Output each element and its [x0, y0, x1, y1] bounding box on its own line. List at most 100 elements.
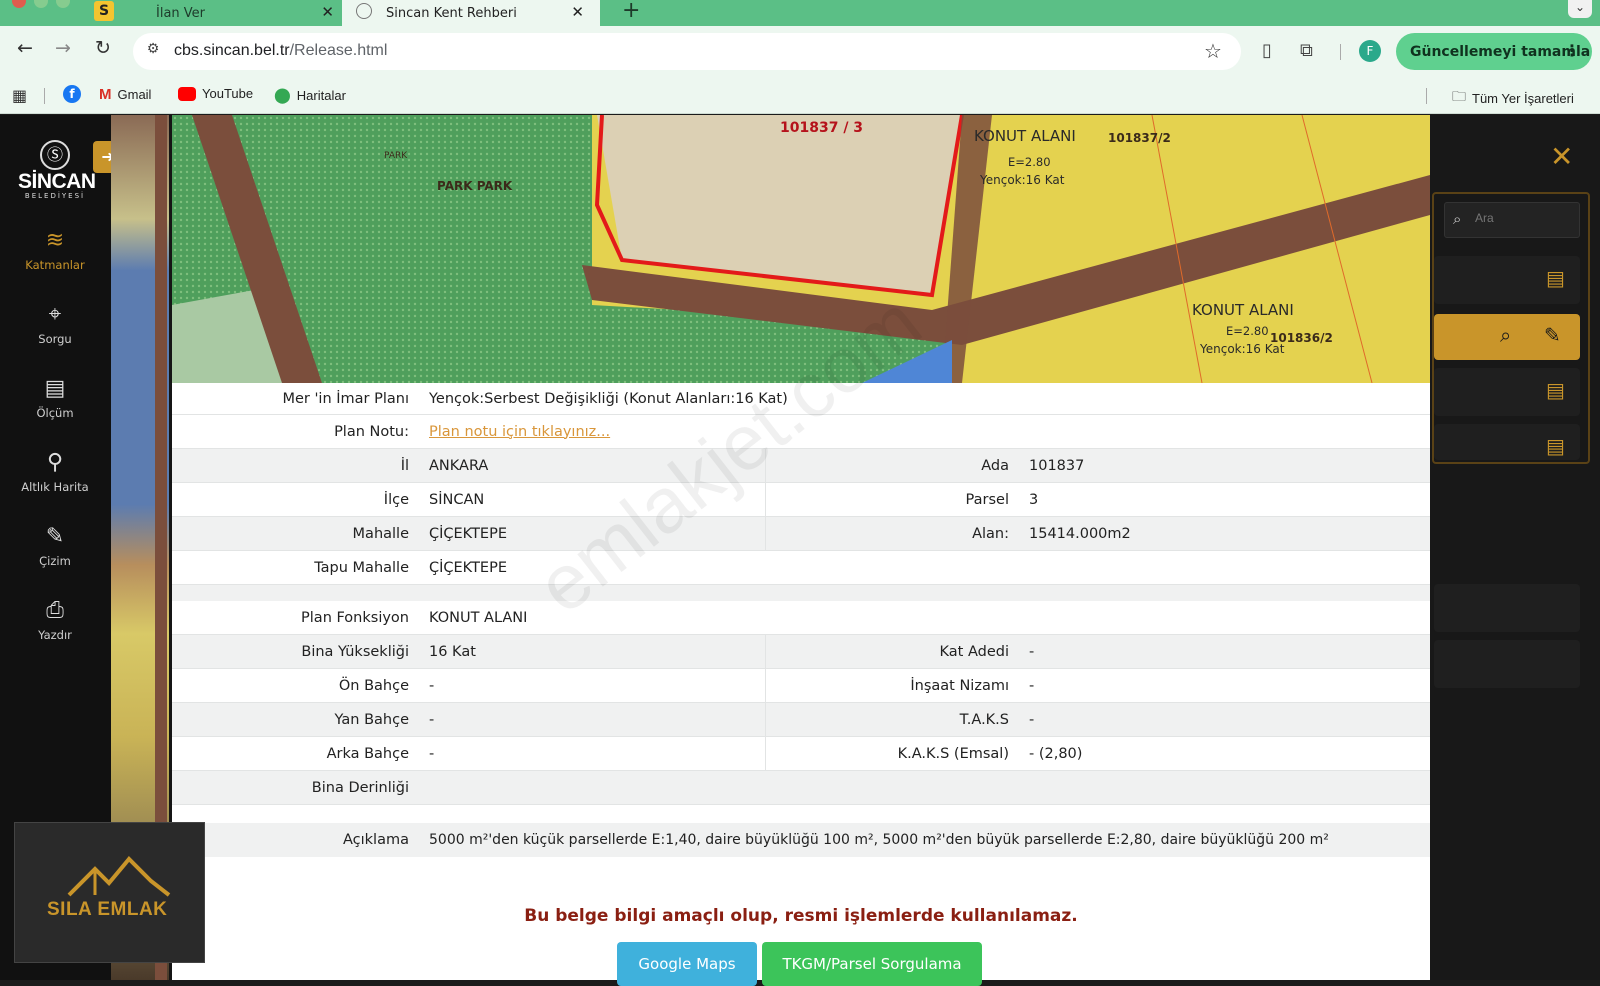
panel-row[interactable] [1434, 640, 1580, 688]
close-tab-icon[interactable]: ✕ [321, 3, 334, 21]
sidebar-item-yazdir[interactable]: ⎙ Yazdır [10, 598, 100, 642]
bookmark-star-icon[interactable]: ☆ [1204, 39, 1222, 63]
globe-icon [356, 3, 372, 19]
printer-icon: ⎙ [46, 598, 64, 623]
youtube-icon [178, 86, 196, 101]
info-row-yan-bahce: Yan Bahçe - T.A.K.S - [172, 703, 1430, 737]
close-tab-icon[interactable]: ✕ [571, 3, 584, 21]
search-icon[interactable]: ⌕ [1453, 210, 1461, 228]
info-row-mahalle: Mahalle ÇİÇEKTEPE Alan: 15414.000m2 [172, 517, 1430, 551]
parcel-label: 101837 / 3 [780, 120, 864, 136]
map-pin-icon: ⚲ [46, 450, 64, 475]
tkgm-parsel-button[interactable]: TKGM/Parsel Sorgulama [762, 942, 982, 986]
row-label: Tapu Mahalle [314, 559, 409, 576]
sidebar-item-label: Sorgu [38, 332, 72, 346]
zone1-e: E=2.80 [1008, 155, 1051, 169]
park-label: PARK PARK [437, 179, 513, 193]
row-label: Bina Yüksekliği [301, 643, 409, 660]
url-path: /Release.html [289, 42, 388, 59]
plan-notu-link[interactable]: Plan notu için tıklayınız... [429, 424, 610, 440]
sidebar-item-olcum[interactable]: ▤ Ölçüm [10, 376, 100, 420]
row-label: İnşaat Nizamı [765, 669, 1019, 702]
profile-avatar[interactable]: F [1359, 40, 1381, 62]
info-spacer [172, 585, 1430, 601]
row-label: Yan Bahçe [334, 711, 409, 728]
url-text[interactable]: cbs.sincan.bel.tr/Release.html [174, 42, 387, 60]
row-value: - [1029, 643, 1035, 660]
sidebar-item-altlik-harita[interactable]: ⚲ Altlık Harita [10, 450, 100, 494]
row-value: 16 Kat [429, 643, 476, 660]
facebook-icon[interactable]: f [63, 85, 81, 103]
update-button[interactable]: Güncellemeyi tamamla ⋮ [1396, 33, 1592, 70]
folder-icon: 🗀 [1452, 88, 1466, 104]
sila-emlak-logo: SILA EMLAK [14, 822, 205, 963]
info-row-on-bahce: Ön Bahçe - İnşaat Nizamı - [172, 669, 1430, 703]
row-value: 3 [1029, 491, 1039, 508]
layer-edit-icon[interactable]: ▤ [1546, 378, 1565, 402]
logo-subtitle: BELEDİYESİ [24, 192, 86, 200]
tab-sincan-kent-rehberi[interactable]: Sincan Kent Rehberi ✕ [342, 0, 600, 26]
row-label: Mahalle [352, 525, 409, 542]
reload-icon[interactable]: ↻ [90, 37, 116, 59]
row-value: 5000 m²'den küçük parsellerde E:1,40, da… [429, 832, 1329, 848]
info-row-arka-bahce: Arka Bahçe - K.A.K.S (Emsal) - (2,80) [172, 737, 1430, 771]
tab-search-icon[interactable]: ⌄ [1568, 0, 1592, 18]
tab-label: İlan Ver [156, 5, 206, 21]
row-value: - [429, 711, 435, 728]
reading-mode-icon[interactable]: ▯ [1262, 40, 1272, 61]
extensions-icon[interactable]: ⧉ [1300, 40, 1313, 61]
tab-label: Sincan Kent Rehberi [386, 5, 517, 21]
kebab-menu-icon[interactable]: ⋮ [1564, 41, 1580, 60]
sincan-logo[interactable]: Ⓢ SİNCAN BELEDİYESİ [18, 140, 96, 200]
sidebar-item-katmanlar[interactable]: ≋ Katmanlar [10, 228, 100, 272]
all-bookmarks[interactable]: 🗀 Tüm Yer İşaretleri [1452, 86, 1574, 110]
tab-ilan-ver[interactable]: İlan Ver ✕ [60, 0, 350, 26]
sidebar-item-sorgu[interactable]: ⌖ Sorgu [10, 302, 100, 346]
zone1-code: 101837/2 [1108, 131, 1171, 145]
sidebar-item-label: Yazdır [38, 628, 72, 642]
url-host: cbs.sincan.bel.tr [174, 42, 290, 59]
layer-row[interactable]: ▤ [1434, 368, 1580, 416]
site-info-icon[interactable]: ⚙ [143, 41, 163, 61]
row-label: İlçe [383, 491, 409, 508]
ruler-icon: ▤ [44, 376, 66, 401]
row-label: T.A.K.S [765, 703, 1019, 736]
row-label: Arka Bahçe [326, 745, 409, 762]
search-box[interactable] [1444, 202, 1580, 238]
close-icon[interactable]: ✕ [1550, 140, 1573, 173]
apps-grid-icon[interactable]: ▦ [12, 86, 27, 105]
forward-icon[interactable]: → [50, 37, 76, 59]
row-label: Açıklama [343, 832, 409, 848]
sidebar-item-cizim[interactable]: ✎ Çizim [10, 524, 100, 568]
row-value: - [1029, 677, 1035, 694]
row-label: Mer 'in İmar Planı [282, 390, 409, 407]
layer-row[interactable]: ▤ [1434, 256, 1580, 304]
bookmarks-divider [1426, 88, 1427, 104]
layer-row[interactable]: ▤ [1434, 424, 1580, 460]
layer-edit-icon[interactable]: ▤ [1546, 266, 1565, 290]
parcel-info-panel: Mer 'in İmar Planı Yençok:Serbest Değişi… [172, 383, 1430, 980]
row-label: Ön Bahçe [338, 677, 409, 694]
zoom-icon[interactable]: ⌕ [1500, 323, 1511, 347]
layer-edit-icon[interactable]: ▤ [1546, 434, 1565, 458]
row-value: ÇİÇEKTEPE [429, 559, 507, 576]
info-row-yukseklik: Bina Yüksekliği 16 Kat Kat Adedi - [172, 635, 1430, 669]
edit-pencil-icon[interactable]: ✎ [1544, 323, 1561, 347]
google-maps-button[interactable]: Google Maps [617, 942, 757, 986]
search-input[interactable] [1475, 211, 1575, 225]
new-tab-icon[interactable]: + [622, 0, 640, 23]
disclaimer-text: Bu belge bilgi amaçlı olup, resmi işleml… [524, 906, 1078, 926]
info-row-tapu: Tapu Mahalle ÇİÇEKTEPE [172, 551, 1430, 585]
park-small-label: PARK [384, 151, 408, 161]
back-icon[interactable]: ← [12, 37, 38, 59]
layer-row-active[interactable]: ⌕ ✎ [1434, 314, 1580, 360]
bookmark-gmail[interactable]: M Gmail [99, 86, 151, 103]
panel-row[interactable] [1434, 584, 1580, 632]
row-label: Kat Adedi [765, 635, 1019, 668]
row-label: Alan: [765, 517, 1019, 550]
row-value: 15414.000m2 [1029, 525, 1131, 542]
sila-emlak-text: SILA EMLAK [47, 899, 168, 920]
info-row-ilce: İlçe SİNCAN Parsel 3 [172, 483, 1430, 517]
bookmark-youtube[interactable]: YouTube [178, 86, 253, 101]
bookmark-haritalar[interactable]: ⬤ Haritalar [274, 86, 346, 104]
